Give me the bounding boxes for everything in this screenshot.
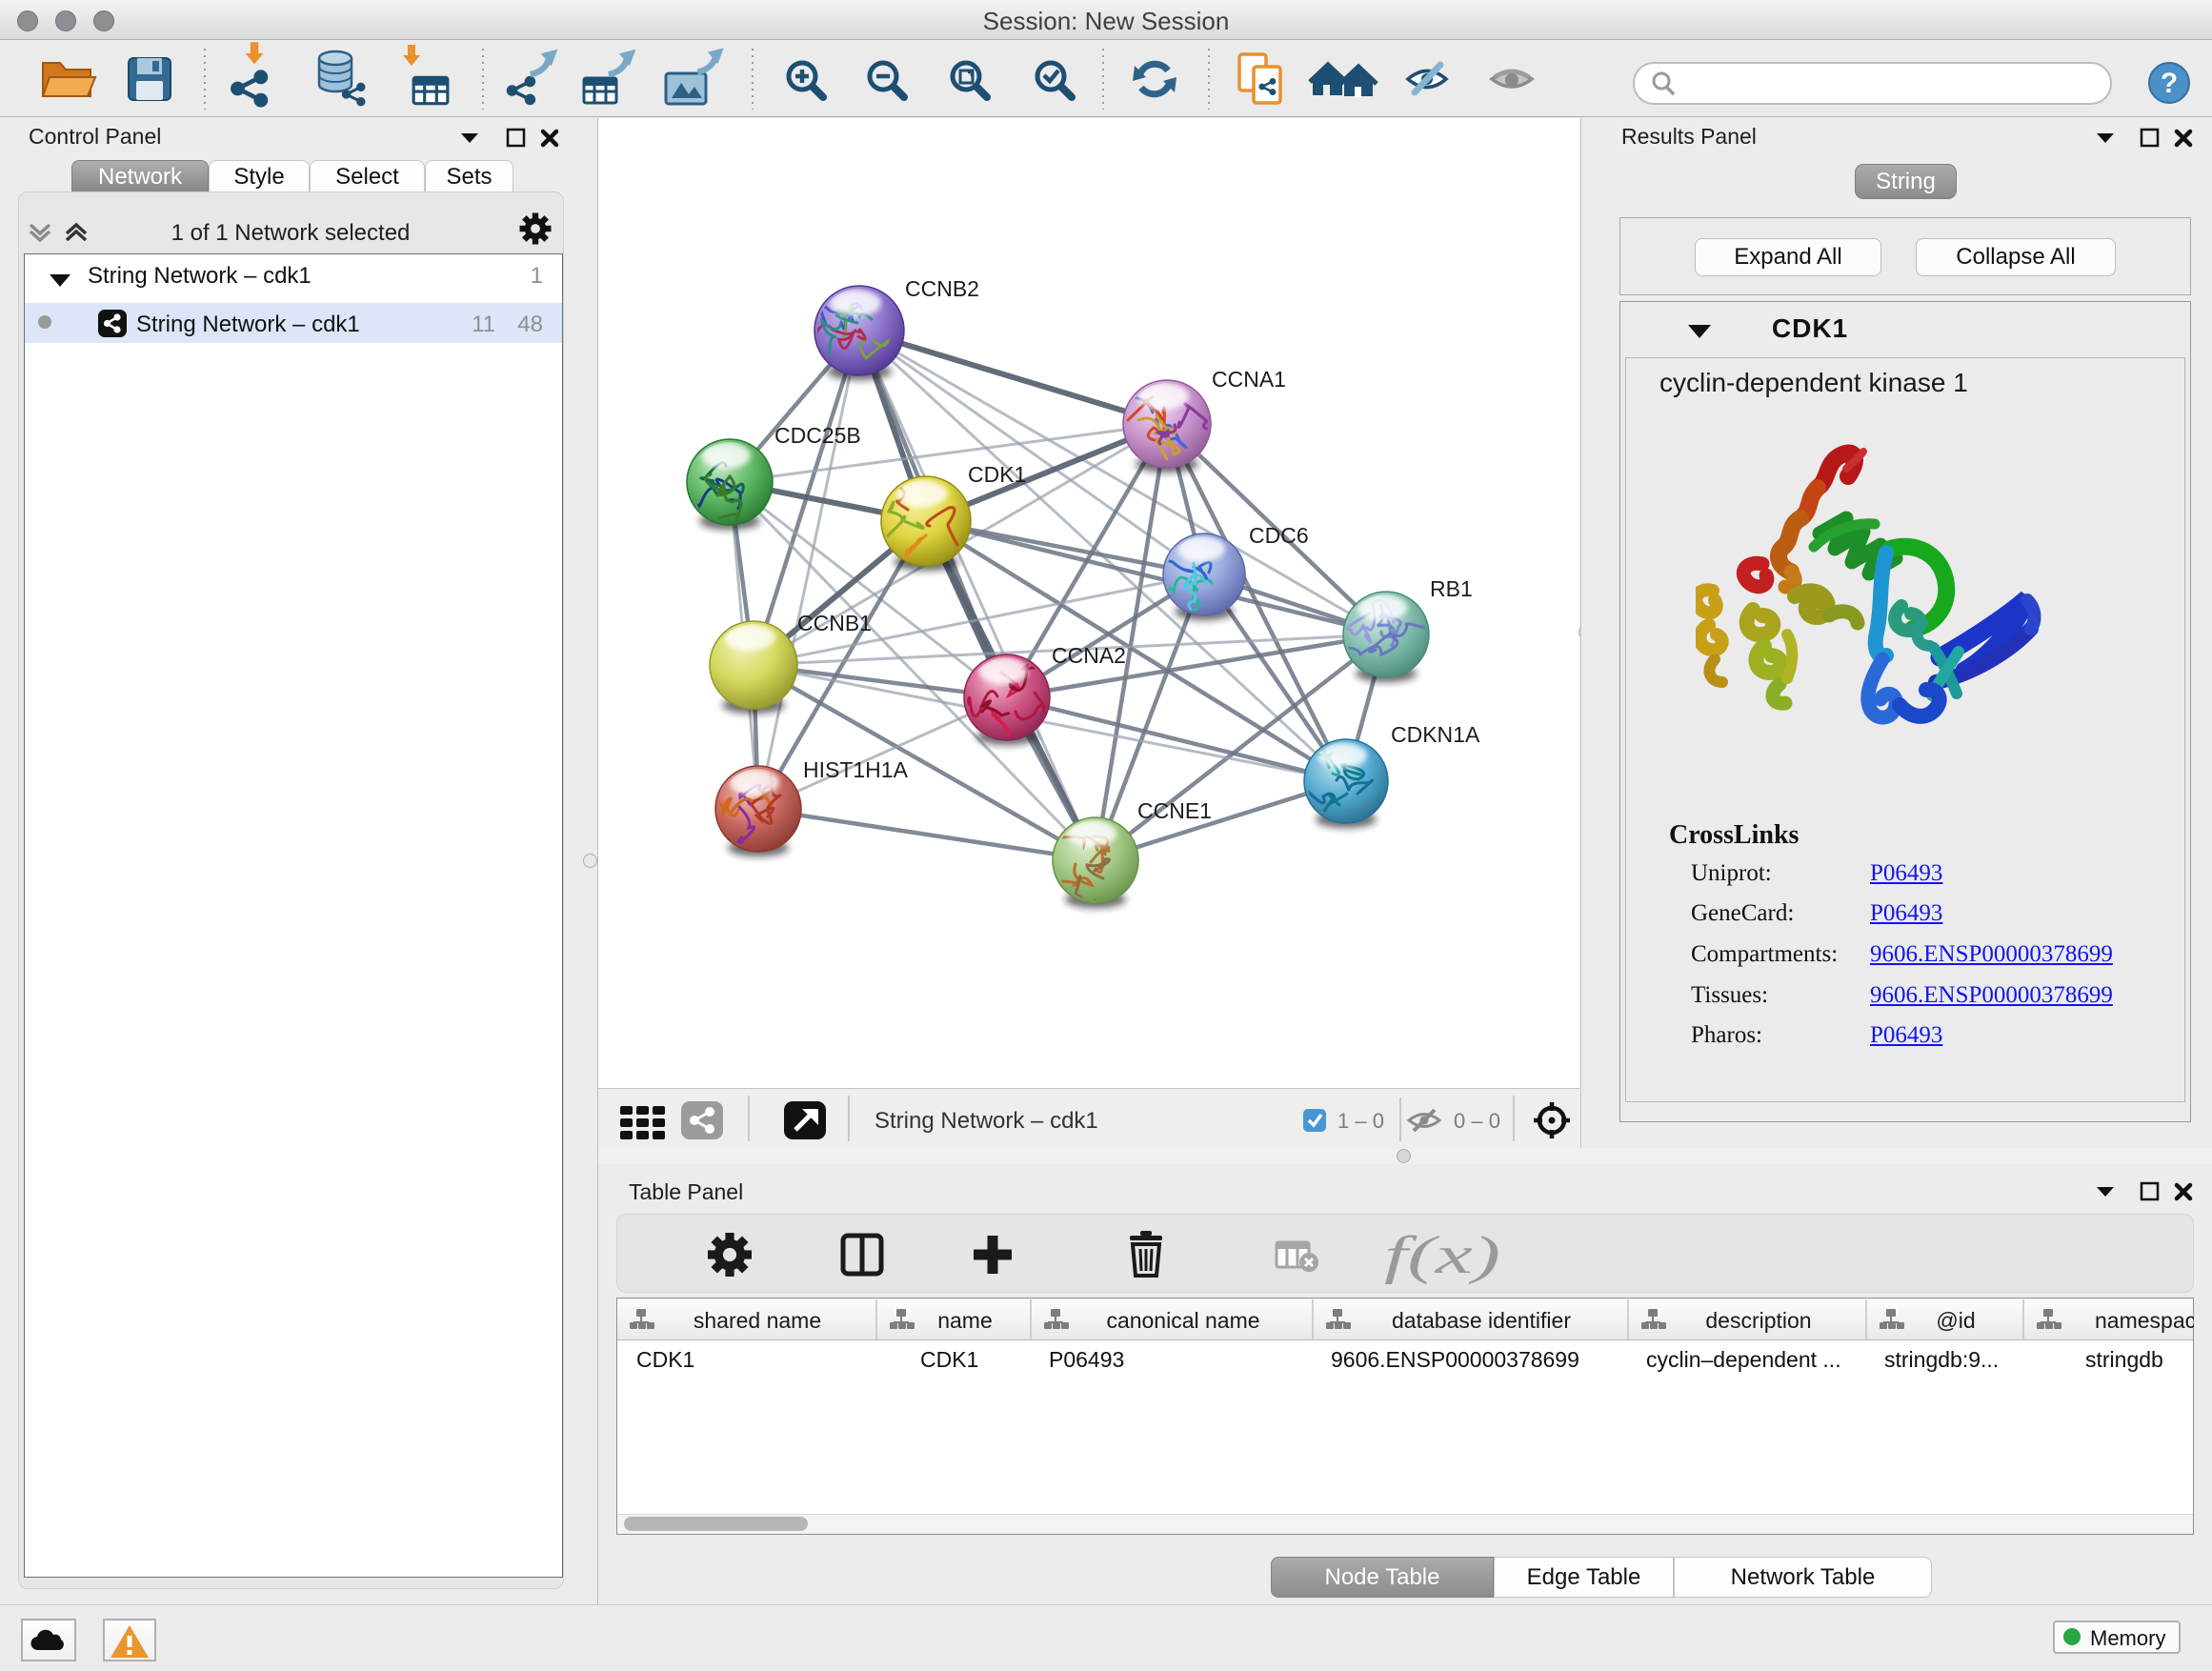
svg-text:CCNE1: CCNE1 bbox=[1137, 798, 1212, 823]
svg-text:@id: @id bbox=[1936, 1308, 1975, 1333]
svg-text:CDC6: CDC6 bbox=[1249, 523, 1309, 548]
svg-text:?: ? bbox=[2161, 68, 2178, 99]
svg-text:name: name bbox=[937, 1308, 993, 1333]
svg-text:description: description bbox=[1705, 1308, 1811, 1333]
svg-text:0 – 0: 0 – 0 bbox=[1454, 1109, 1500, 1133]
svg-text:1 – 0: 1 – 0 bbox=[1337, 1109, 1384, 1133]
svg-text:HIST1H1A: HIST1H1A bbox=[803, 757, 909, 782]
svg-text:shared name: shared name bbox=[694, 1308, 821, 1333]
svg-text:RB1: RB1 bbox=[1430, 576, 1473, 601]
svg-text:CCNA2: CCNA2 bbox=[1052, 643, 1126, 668]
svg-text:CDC25B: CDC25B bbox=[774, 423, 861, 448]
svg-text:CDKN1A: CDKN1A bbox=[1391, 722, 1480, 747]
svg-text:namespace: namespace bbox=[2095, 1308, 2194, 1333]
svg-text:database identifier: database identifier bbox=[1392, 1308, 1571, 1333]
svg-text:String Network – cdk1: String Network – cdk1 bbox=[875, 1108, 1098, 1134]
svg-text:CCNB1: CCNB1 bbox=[797, 611, 872, 635]
svg-text:canonical name: canonical name bbox=[1106, 1308, 1259, 1333]
svg-text:CCNA1: CCNA1 bbox=[1212, 367, 1286, 392]
svg-text:f(x): f(x) bbox=[1384, 1226, 1500, 1285]
svg-text:CCNB2: CCNB2 bbox=[905, 276, 979, 301]
svg-text:CDK1: CDK1 bbox=[968, 462, 1026, 487]
